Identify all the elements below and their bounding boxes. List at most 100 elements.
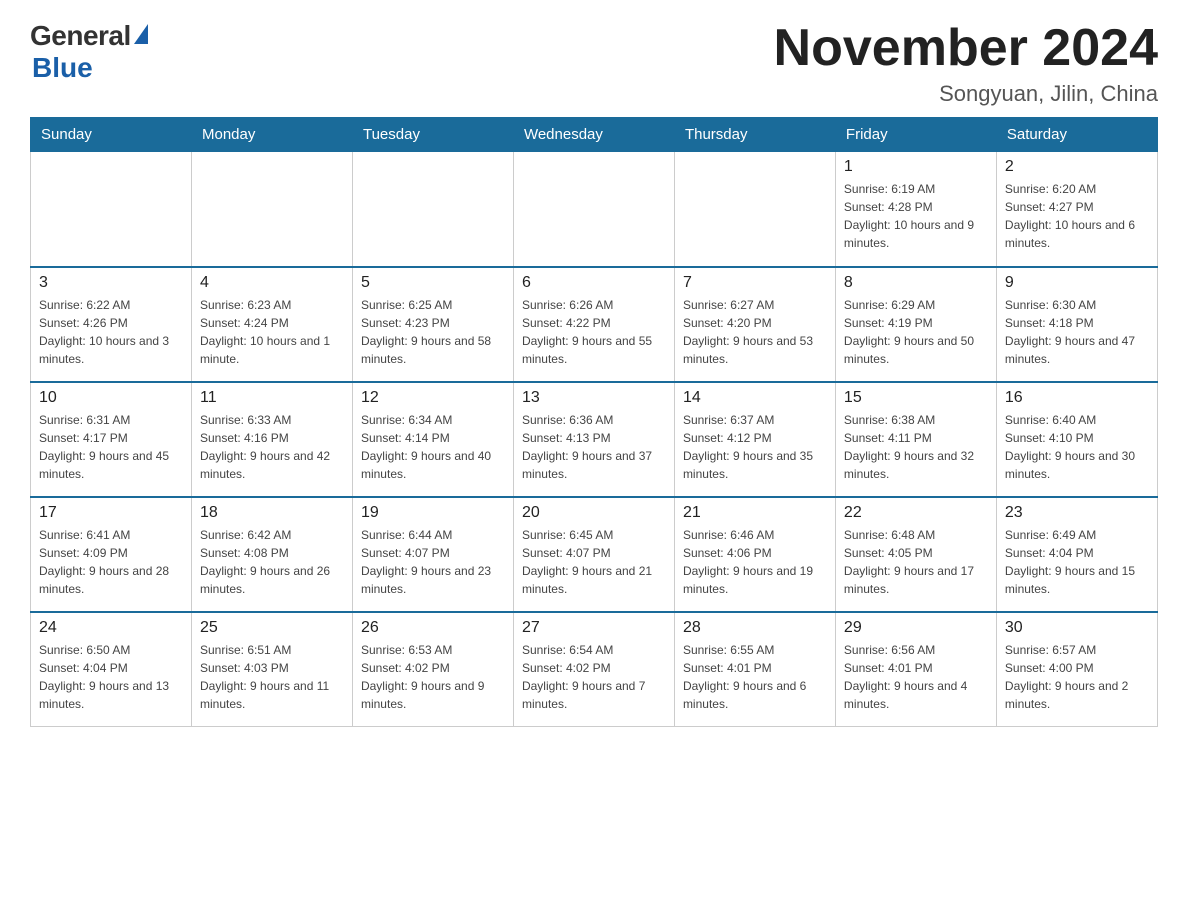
calendar-cell <box>674 152 835 267</box>
day-info: Sunrise: 6:23 AMSunset: 4:24 PMDaylight:… <box>200 296 344 368</box>
day-info: Sunrise: 6:48 AMSunset: 4:05 PMDaylight:… <box>844 526 988 598</box>
day-info: Sunrise: 6:44 AMSunset: 4:07 PMDaylight:… <box>361 526 505 598</box>
day-info: Sunrise: 6:51 AMSunset: 4:03 PMDaylight:… <box>200 641 344 713</box>
day-number: 7 <box>683 274 827 292</box>
calendar-header-sunday: Sunday <box>31 118 192 152</box>
day-info: Sunrise: 6:41 AMSunset: 4:09 PMDaylight:… <box>39 526 183 598</box>
day-number: 8 <box>844 274 988 292</box>
day-number: 29 <box>844 619 988 637</box>
calendar-cell: 23Sunrise: 6:49 AMSunset: 4:04 PMDayligh… <box>996 497 1157 612</box>
day-info: Sunrise: 6:36 AMSunset: 4:13 PMDaylight:… <box>522 411 666 483</box>
calendar-cell: 8 Sunrise: 6:29 AMSunset: 4:19 PMDaylight… <box>835 267 996 382</box>
calendar-header-saturday: Saturday <box>996 118 1157 152</box>
day-number: 11 <box>200 389 344 407</box>
calendar-header-wednesday: Wednesday <box>513 118 674 152</box>
day-number: 12 <box>361 389 505 407</box>
day-info: Sunrise: 6:20 AMSunset: 4:27 PMDaylight:… <box>1005 180 1149 252</box>
logo-general-text: General <box>30 20 131 52</box>
day-info: Sunrise: 6:54 AMSunset: 4:02 PMDaylight:… <box>522 641 666 713</box>
calendar-cell: 1 Sunrise: 6:19 AMSunset: 4:28 PMDaylight… <box>835 152 996 267</box>
day-number: 20 <box>522 504 666 522</box>
calendar-cell: 14 Sunrise: 6:37 AMSunset: 4:12 PMDayligh… <box>674 382 835 497</box>
day-info: Sunrise: 6:26 AMSunset: 4:22 PMDaylight:… <box>522 296 666 368</box>
day-info: Sunrise: 6:50 AMSunset: 4:04 PMDaylight:… <box>39 641 183 713</box>
calendar-week-5: 24Sunrise: 6:50 AMSunset: 4:04 PMDayligh… <box>31 612 1158 727</box>
day-info: Sunrise: 6:29 AMSunset: 4:19 PMDaylight:… <box>844 296 988 368</box>
calendar-cell: 13 Sunrise: 6:36 AMSunset: 4:13 PMDayligh… <box>513 382 674 497</box>
day-number: 6 <box>522 274 666 292</box>
day-number: 18 <box>200 504 344 522</box>
day-number: 13 <box>522 389 666 407</box>
calendar-cell: 27 Sunrise: 6:54 AMSunset: 4:02 PMDayligh… <box>513 612 674 727</box>
calendar-cell: 20 Sunrise: 6:45 AMSunset: 4:07 PMDayligh… <box>513 497 674 612</box>
calendar-cell: 25 Sunrise: 6:51 AMSunset: 4:03 PMDayligh… <box>191 612 352 727</box>
calendar-header-friday: Friday <box>835 118 996 152</box>
calendar-header-thursday: Thursday <box>674 118 835 152</box>
calendar: SundayMondayTuesdayWednesdayThursdayFrid… <box>30 117 1158 727</box>
day-number: 15 <box>844 389 988 407</box>
day-info: Sunrise: 6:19 AMSunset: 4:28 PMDaylight:… <box>844 180 988 252</box>
calendar-cell: 17 Sunrise: 6:41 AMSunset: 4:09 PMDayligh… <box>31 497 192 612</box>
day-info: Sunrise: 6:31 AMSunset: 4:17 PMDaylight:… <box>39 411 183 483</box>
calendar-cell: 2 Sunrise: 6:20 AMSunset: 4:27 PMDaylight… <box>996 152 1157 267</box>
calendar-cell: 30 Sunrise: 6:57 AMSunset: 4:00 PMDayligh… <box>996 612 1157 727</box>
day-number: 21 <box>683 504 827 522</box>
calendar-cell: 9 Sunrise: 6:30 AMSunset: 4:18 PMDaylight… <box>996 267 1157 382</box>
day-number: 4 <box>200 274 344 292</box>
calendar-week-1: 1 Sunrise: 6:19 AMSunset: 4:28 PMDaylight… <box>31 152 1158 267</box>
day-info: Sunrise: 6:46 AMSunset: 4:06 PMDaylight:… <box>683 526 827 598</box>
calendar-cell: 29 Sunrise: 6:56 AMSunset: 4:01 PMDayligh… <box>835 612 996 727</box>
day-info: Sunrise: 6:38 AMSunset: 4:11 PMDaylight:… <box>844 411 988 483</box>
day-info: Sunrise: 6:22 AMSunset: 4:26 PMDaylight:… <box>39 296 183 368</box>
calendar-cell: 26 Sunrise: 6:53 AMSunset: 4:02 PMDayligh… <box>352 612 513 727</box>
calendar-cell: 15 Sunrise: 6:38 AMSunset: 4:11 PMDayligh… <box>835 382 996 497</box>
day-number: 2 <box>1005 158 1149 176</box>
calendar-cell: 16Sunrise: 6:40 AMSunset: 4:10 PMDayligh… <box>996 382 1157 497</box>
day-info: Sunrise: 6:30 AMSunset: 4:18 PMDaylight:… <box>1005 296 1149 368</box>
calendar-cell: 11 Sunrise: 6:33 AMSunset: 4:16 PMDayligh… <box>191 382 352 497</box>
day-info: Sunrise: 6:45 AMSunset: 4:07 PMDaylight:… <box>522 526 666 598</box>
day-number: 23 <box>1005 504 1149 522</box>
calendar-cell: 3 Sunrise: 6:22 AMSunset: 4:26 PMDaylight… <box>31 267 192 382</box>
day-number: 30 <box>1005 619 1149 637</box>
calendar-cell: 12Sunrise: 6:34 AMSunset: 4:14 PMDayligh… <box>352 382 513 497</box>
day-number: 3 <box>39 274 183 292</box>
day-info: Sunrise: 6:55 AMSunset: 4:01 PMDaylight:… <box>683 641 827 713</box>
calendar-cell <box>352 152 513 267</box>
calendar-cell <box>31 152 192 267</box>
day-info: Sunrise: 6:37 AMSunset: 4:12 PMDaylight:… <box>683 411 827 483</box>
calendar-cell <box>513 152 674 267</box>
day-info: Sunrise: 6:53 AMSunset: 4:02 PMDaylight:… <box>361 641 505 713</box>
calendar-header-monday: Monday <box>191 118 352 152</box>
calendar-cell: 22Sunrise: 6:48 AMSunset: 4:05 PMDayligh… <box>835 497 996 612</box>
day-info: Sunrise: 6:57 AMSunset: 4:00 PMDaylight:… <box>1005 641 1149 713</box>
day-info: Sunrise: 6:56 AMSunset: 4:01 PMDaylight:… <box>844 641 988 713</box>
header: General Blue November 2024 Songyuan, Jil… <box>30 20 1158 107</box>
day-number: 25 <box>200 619 344 637</box>
day-number: 26 <box>361 619 505 637</box>
day-info: Sunrise: 6:27 AMSunset: 4:20 PMDaylight:… <box>683 296 827 368</box>
day-number: 19 <box>361 504 505 522</box>
calendar-cell: 6 Sunrise: 6:26 AMSunset: 4:22 PMDaylight… <box>513 267 674 382</box>
day-number: 1 <box>844 158 988 176</box>
calendar-cell: 4 Sunrise: 6:23 AMSunset: 4:24 PMDaylight… <box>191 267 352 382</box>
day-number: 28 <box>683 619 827 637</box>
day-info: Sunrise: 6:42 AMSunset: 4:08 PMDaylight:… <box>200 526 344 598</box>
main-title: November 2024 <box>774 20 1158 77</box>
day-number: 16 <box>1005 389 1149 407</box>
title-area: November 2024 Songyuan, Jilin, China <box>774 20 1158 107</box>
day-number: 9 <box>1005 274 1149 292</box>
calendar-cell: 28 Sunrise: 6:55 AMSunset: 4:01 PMDayligh… <box>674 612 835 727</box>
day-number: 17 <box>39 504 183 522</box>
calendar-cell: 7 Sunrise: 6:27 AMSunset: 4:20 PMDaylight… <box>674 267 835 382</box>
calendar-header-tuesday: Tuesday <box>352 118 513 152</box>
calendar-cell: 21 Sunrise: 6:46 AMSunset: 4:06 PMDayligh… <box>674 497 835 612</box>
calendar-cell <box>191 152 352 267</box>
day-number: 14 <box>683 389 827 407</box>
calendar-week-2: 3 Sunrise: 6:22 AMSunset: 4:26 PMDaylight… <box>31 267 1158 382</box>
calendar-cell: 10Sunrise: 6:31 AMSunset: 4:17 PMDayligh… <box>31 382 192 497</box>
calendar-week-4: 17 Sunrise: 6:41 AMSunset: 4:09 PMDayligh… <box>31 497 1158 612</box>
subtitle: Songyuan, Jilin, China <box>774 81 1158 107</box>
day-number: 27 <box>522 619 666 637</box>
day-info: Sunrise: 6:33 AMSunset: 4:16 PMDaylight:… <box>200 411 344 483</box>
